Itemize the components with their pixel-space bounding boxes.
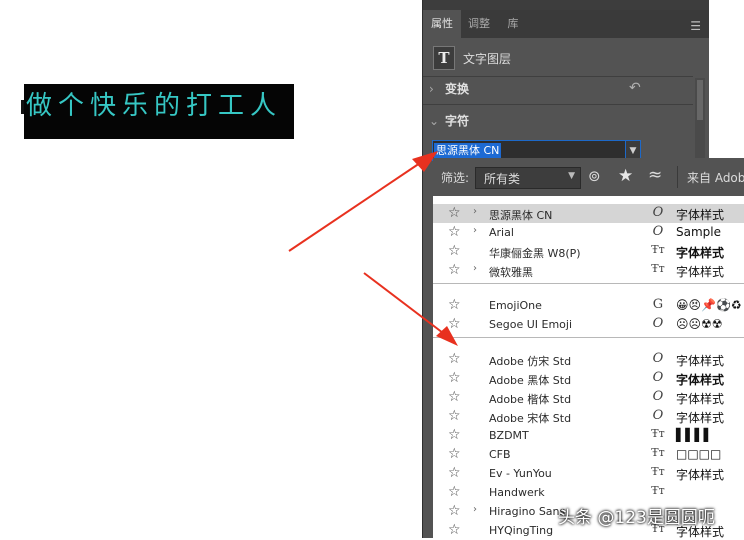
annotation-arrow-line (363, 272, 448, 337)
annotation-arrowhead (412, 151, 438, 172)
annotation-arrows (288, 151, 458, 346)
watermark: 头条 @123是圆圆呃 (558, 508, 715, 528)
annotation-arrow-line (288, 162, 421, 252)
